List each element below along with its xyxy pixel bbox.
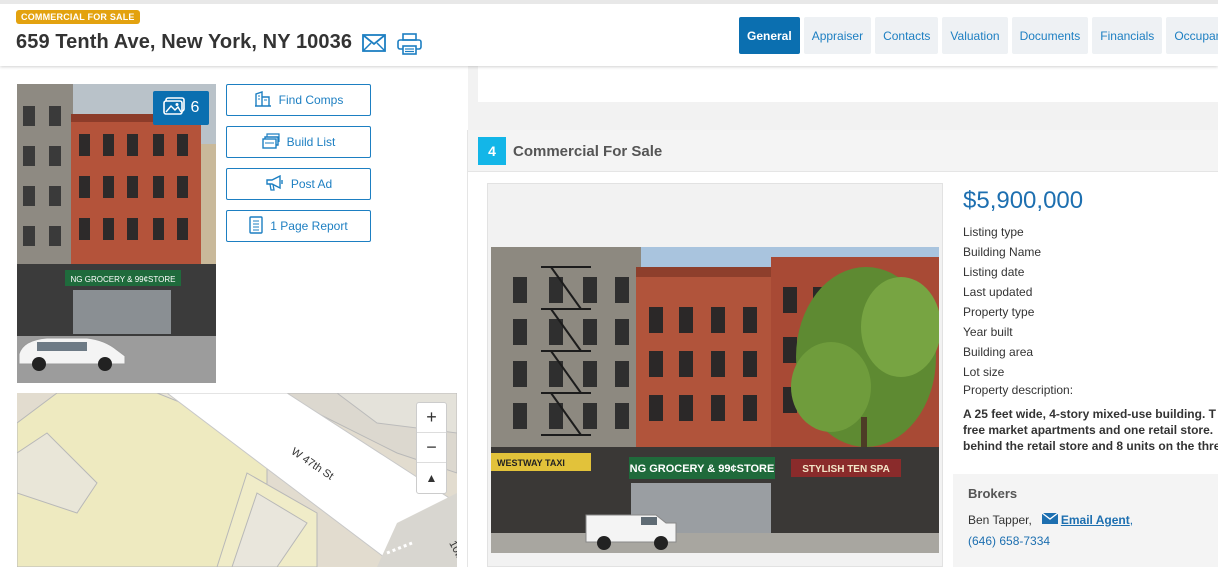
detail-label: Property description: <box>963 383 1074 397</box>
buildings-icon <box>254 90 272 110</box>
broker-row: Ben Tapper, Email Agent , <box>968 512 1134 527</box>
spa-sign: STYLISH TEN SPA <box>802 464 890 475</box>
page-report-label: 1 Page Report <box>270 219 348 233</box>
tab-documents[interactable]: Documents <box>1011 17 1089 54</box>
property-description: A 25 feet wide, 4-story mixed-use buildi… <box>963 406 1218 454</box>
page-header: COMMERCIAL FOR SALE 659 Tenth Ave, New Y… <box>0 0 1218 66</box>
detail-label: Building Name <box>963 245 1042 259</box>
brokers-panel: Brokers Ben Tapper, Email Agent , (646) … <box>953 474 1218 567</box>
section-header: 4 Commercial For Sale <box>468 130 1218 172</box>
property-address: 659 Tenth Ave, New York, NY 10036 <box>16 31 353 53</box>
grocery-sign: NG GROCERY & 99¢STORE <box>630 463 775 475</box>
store-sign: NG GROCERY & 99¢STORE <box>71 275 176 284</box>
tab-bar: General Appraiser Contacts Valuation Documen… <box>739 17 1218 54</box>
detail-label: Listing date <box>963 265 1025 279</box>
detail-label: Listing type <box>963 225 1024 239</box>
find-comps-button[interactable]: Find Comps <box>226 84 371 116</box>
listing-type-badge: COMMERCIAL FOR SALE <box>16 10 140 24</box>
section-title: Commercial For Sale <box>513 143 663 160</box>
stacked-list-icon <box>261 132 280 152</box>
post-ad-label: Post Ad <box>290 177 333 191</box>
property-thumbnail[interactable]: NG GROCERY & 99¢STORE <box>17 84 216 383</box>
tab-general[interactable]: General <box>739 17 800 54</box>
email-agent-label: Email Agent <box>1060 513 1130 527</box>
photo-count-button[interactable]: 6 <box>153 91 209 125</box>
description-line: behind the retail store and 8 units on t… <box>963 439 1218 453</box>
property-map[interactable]: W 47th St 10th <box>17 393 457 567</box>
broker-phone[interactable]: (646) 658-7334 <box>968 534 1050 548</box>
description-line: free market apartments and one retail st… <box>963 423 1214 437</box>
megaphone-icon <box>265 174 284 194</box>
email-icon[interactable] <box>362 34 386 57</box>
page-report-button[interactable]: 1 Page Report <box>226 210 371 242</box>
tab-financials[interactable]: Financials <box>1092 17 1163 54</box>
zoom-in-button[interactable]: + <box>417 403 446 433</box>
print-icon[interactable] <box>397 33 422 60</box>
detail-label: Lot size <box>963 365 1005 379</box>
post-ad-button[interactable]: Post Ad <box>226 168 371 200</box>
find-comps-label: Find Comps <box>278 93 344 107</box>
tab-valuation[interactable]: Valuation <box>942 17 1008 54</box>
envelope-icon <box>1041 512 1059 527</box>
tab-occupancy[interactable]: Occupancy <box>1166 17 1218 54</box>
listing-detail-labels: Listing type Building Name Listing date Las… <box>963 222 1073 398</box>
compass-button[interactable]: ▲ <box>417 463 446 493</box>
email-suffix: , <box>1129 513 1134 527</box>
taxi-sign: WESTWAY TAXI <box>497 458 565 468</box>
previous-section-card <box>478 66 1218 102</box>
detail-label: Year built <box>963 325 1013 339</box>
listing-price: $5,900,000 <box>963 187 1084 214</box>
zoom-out-button[interactable]: − <box>417 433 446 463</box>
document-icon <box>249 215 263 237</box>
map-zoom-controls: + − ▲ <box>416 402 447 494</box>
email-agent-link[interactable]: Email Agent <box>1041 512 1130 527</box>
detail-label: Property type <box>963 305 1035 319</box>
build-list-button[interactable]: Build List <box>226 126 371 158</box>
broker-name: Ben Tapper, <box>968 513 1032 527</box>
section-number: 4 <box>478 137 506 165</box>
photos-icon <box>162 96 185 120</box>
tab-contacts[interactable]: Contacts <box>875 17 939 54</box>
build-list-label: Build List <box>286 135 336 149</box>
brokers-title: Brokers <box>968 486 1018 501</box>
listing-photo[interactable]: WESTWAY TAXI NG GROCERY & 99¢STORE STYLI… <box>491 247 939 553</box>
description-line: A 25 feet wide, 4-story mixed-use buildi… <box>963 407 1216 421</box>
detail-label: Last updated <box>963 285 1033 299</box>
detail-label: Building area <box>963 345 1034 359</box>
tab-appraiser[interactable]: Appraiser <box>803 17 872 54</box>
photo-count: 6 <box>190 99 200 116</box>
compass-icon: ▲ <box>425 471 438 485</box>
